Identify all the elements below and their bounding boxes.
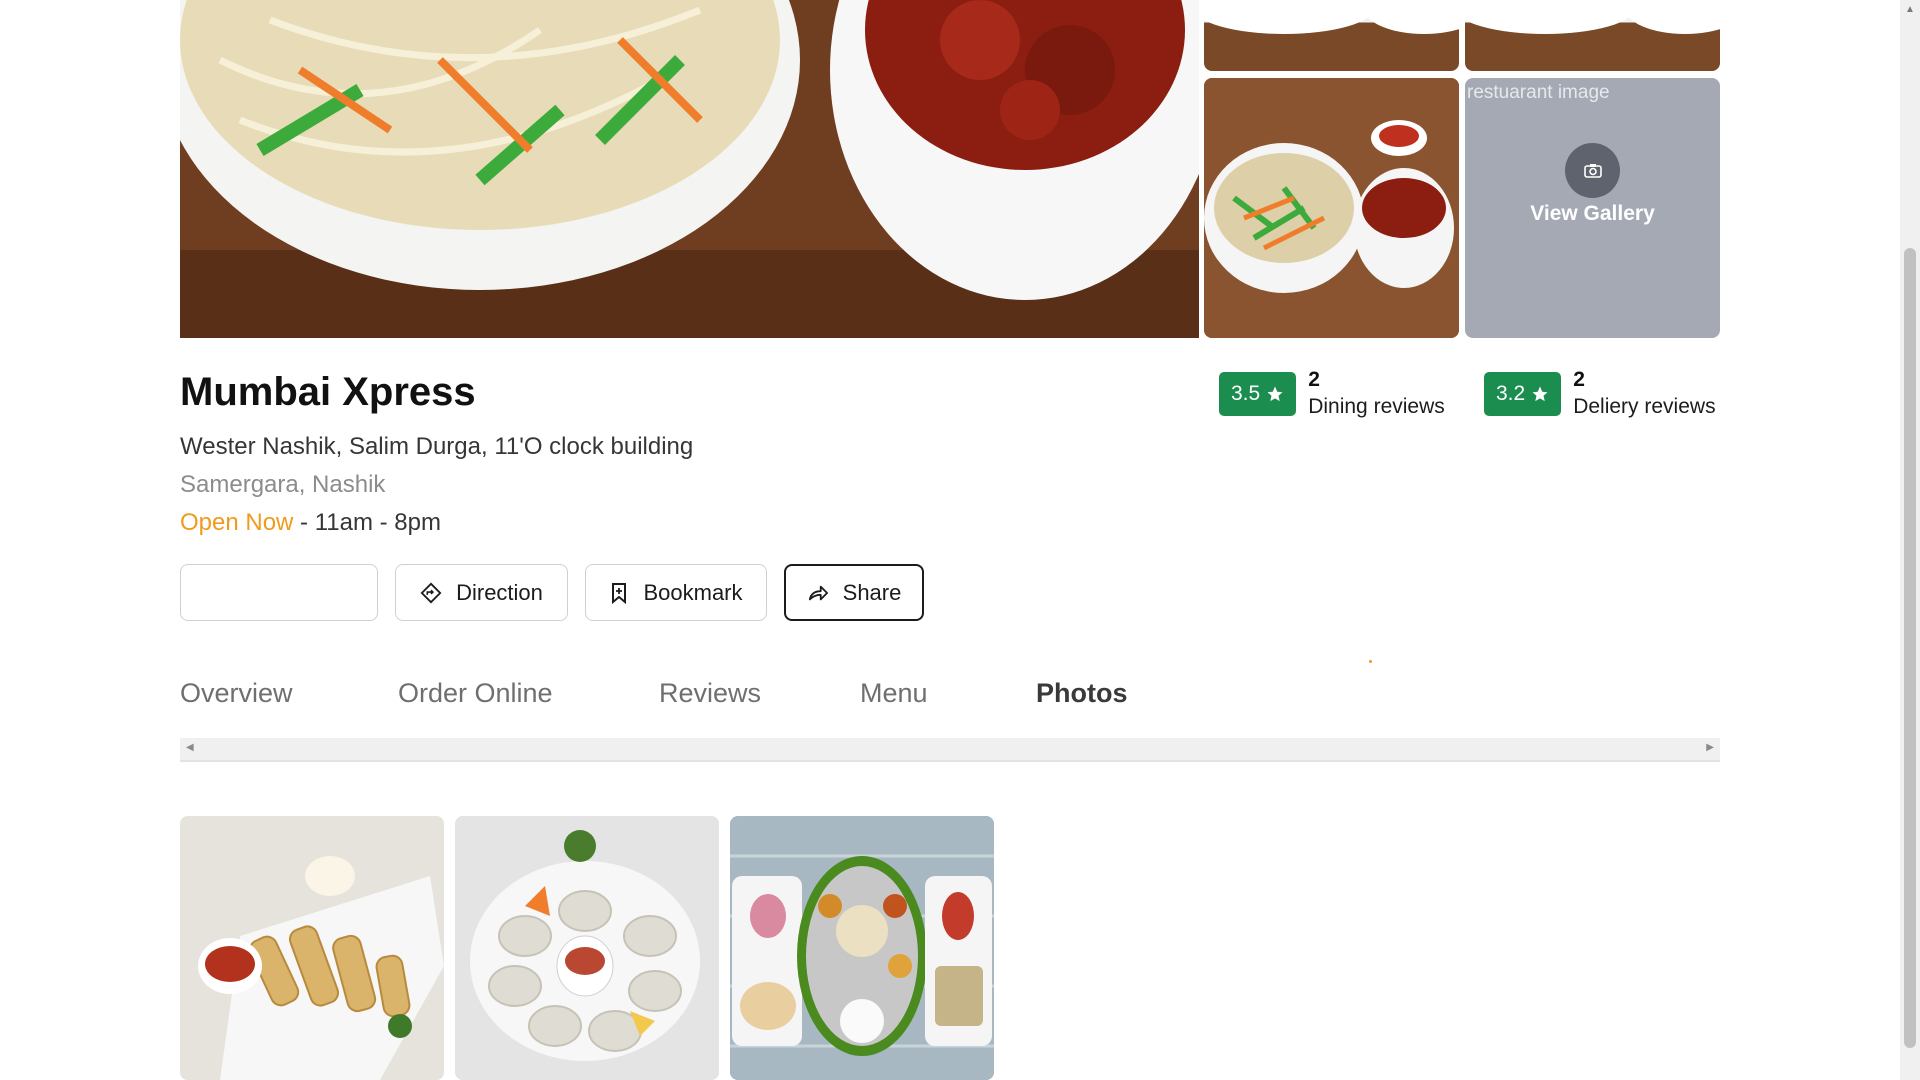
- direction-label: Direction: [456, 579, 543, 605]
- delivery-rating-score: 3.2: [1496, 382, 1526, 405]
- open-status: Open Now: [180, 509, 294, 536]
- delivery-review-count: 2: [1573, 368, 1585, 391]
- bookmark-icon: [612, 582, 627, 604]
- bookmark-label: Bookmark: [643, 579, 743, 605]
- scroll-up-icon[interactable]: ▲: [1905, 4, 1915, 15]
- tabs-horizontal-scrollbar[interactable]: ◀ ▶: [180, 738, 1720, 762]
- share-arrow-icon: [808, 585, 828, 600]
- dining-review-label: Dining reviews: [1308, 395, 1445, 418]
- restaurant-name: Mumbai Xpress: [180, 370, 476, 414]
- page-vertical-scrollbar[interactable]: ▲: [1900, 0, 1920, 1080]
- hours-text: - 11am - 8pm: [293, 509, 441, 536]
- tab-reviews[interactable]: Reviews: [659, 678, 761, 709]
- delivery-review-label: Deliery reviews: [1573, 395, 1716, 418]
- tab-overview[interactable]: Overview: [180, 678, 293, 709]
- main-food-image[interactable]: [180, 0, 1199, 338]
- tab-menu[interactable]: Menu: [860, 678, 928, 709]
- direction-icon: [420, 582, 442, 603]
- photo-1[interactable]: [180, 816, 444, 1080]
- tab-photos[interactable]: Photos: [1036, 678, 1128, 709]
- view-gallery-tile[interactable]: restuarant image View Gallery: [1465, 78, 1720, 338]
- photo-2[interactable]: [455, 816, 719, 1080]
- bookmark-button[interactable]: Bookmark: [585, 564, 767, 621]
- star-icon: [1267, 386, 1283, 402]
- scrollbar-thumb[interactable]: [1904, 248, 1916, 1048]
- gallery-thumb-1[interactable]: [1204, 0, 1459, 71]
- gallery-thumb-2[interactable]: [1465, 0, 1720, 71]
- star-icon: [1532, 386, 1548, 402]
- dining-review-count: 2: [1308, 368, 1320, 391]
- image-gallery: restuarant image View Gallery: [180, 0, 1720, 338]
- tab-order-online[interactable]: Order Online: [398, 678, 553, 709]
- dining-rating-score: 3.5: [1231, 382, 1261, 405]
- dining-rating-badge: 3.5: [1219, 372, 1297, 416]
- camera-icon: [1565, 143, 1620, 198]
- restaurant-locality: Samergara, Nashik: [180, 471, 386, 498]
- share-label: Share: [842, 579, 902, 605]
- view-gallery-label: View Gallery: [1530, 202, 1655, 225]
- scroll-right-icon[interactable]: ▶: [1706, 742, 1714, 753]
- decorative-dot: [1369, 660, 1372, 663]
- delivery-rating: 3.2 2 Deliery reviews: [1484, 368, 1716, 422]
- direction-button[interactable]: Direction: [395, 564, 568, 621]
- broken-image-alt: restuarant image: [1467, 82, 1610, 103]
- delivery-rating-badge: 3.2: [1484, 372, 1562, 416]
- share-button[interactable]: Share: [784, 564, 924, 621]
- gallery-thumb-3[interactable]: [1204, 78, 1459, 338]
- empty-action-button[interactable]: [180, 564, 378, 621]
- photo-3[interactable]: [730, 816, 994, 1080]
- scroll-left-icon[interactable]: ◀: [186, 742, 194, 753]
- dining-rating: 3.5 2 Dining reviews: [1219, 368, 1445, 422]
- section-tabs: Overview Order Online Reviews Menu Photo…: [180, 678, 1720, 718]
- restaurant-address: Wester Nashik, Salim Durga, 11'O clock b…: [180, 433, 694, 460]
- opening-hours: Open Now - 11am - 8pm: [180, 509, 441, 537]
- restaurant-page: restuarant image View Gallery Mumbai Xpr…: [0, 0, 1900, 1080]
